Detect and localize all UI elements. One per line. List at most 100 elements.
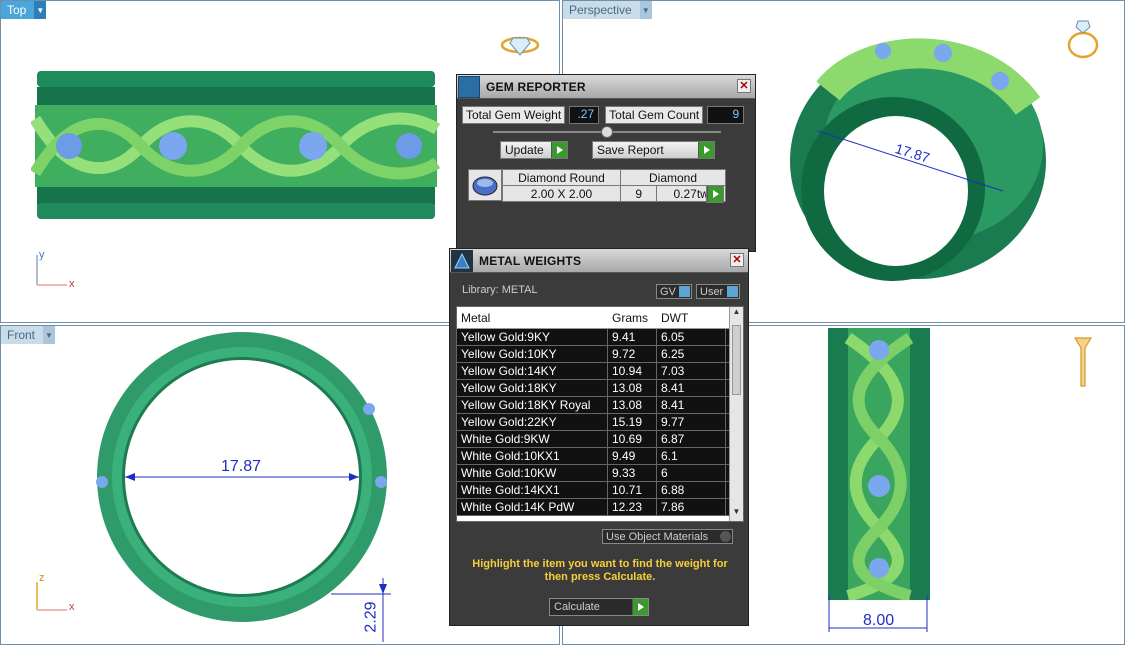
metal-name-cell: Yellow Gold:14KY <box>457 363 608 379</box>
metal-name-cell: Yellow Gold:18KY <box>457 380 608 396</box>
table-row[interactable]: Yellow Gold:10KY 9.72 6.25 <box>457 346 743 363</box>
viewport-tab-perspective[interactable]: Perspective ▼ <box>563 1 652 19</box>
chevron-down-icon[interactable]: ▼ <box>43 326 56 344</box>
play-icon <box>551 142 567 158</box>
front-dimension-label: 17.87 <box>221 458 262 475</box>
scroll-down-icon[interactable]: ▼ <box>730 507 743 521</box>
update-label: Update <box>505 143 544 157</box>
chevron-down-icon[interactable]: ▼ <box>639 1 652 19</box>
dwt-cell: 6.1 <box>657 448 726 464</box>
column-header-dwt[interactable]: DWT <box>657 307 726 328</box>
play-icon <box>707 186 723 202</box>
height-dimension-label: 2.29 <box>362 601 380 633</box>
metal-name-cell: Yellow Gold:10KY <box>457 346 608 362</box>
gem-reporter-panel: GEM REPORTER ✕ Total Gem Weight .27 Tota… <box>456 74 756 252</box>
table-row[interactable]: White Gold:14K PdW 12.23 7.86 <box>457 499 743 516</box>
dwt-cell: 9.77 <box>657 414 726 430</box>
chevron-down-icon[interactable]: ▼ <box>34 1 47 19</box>
metal-weights-panel: METAL WEIGHTS ✕ Library: METAL GV User M… <box>449 248 749 626</box>
calculate-label: Calculate <box>554 601 600 613</box>
save-report-button[interactable]: Save Report <box>592 141 715 159</box>
ring-icon <box>500 36 540 56</box>
metal-table-header: Metal Grams DWT <box>457 307 743 329</box>
dwt-cell: 8.41 <box>657 397 726 413</box>
ring-side-render <box>828 328 930 600</box>
instruction-text: Highlight the item you want to find the … <box>472 558 728 583</box>
table-row[interactable]: White Gold:10KX1 9.49 6.1 <box>457 448 743 465</box>
viewport-tab-top[interactable]: Top ▼ <box>1 1 47 19</box>
gem-type: Diamond <box>620 169 726 186</box>
gem-reporter-titlebar[interactable]: GEM REPORTER ✕ <box>457 75 755 99</box>
scroll-thumb[interactable] <box>732 325 741 395</box>
scroll-up-icon[interactable]: ▲ <box>730 307 743 321</box>
gem-count: 9 <box>619 185 658 202</box>
vertical-scrollbar[interactable]: ▲ ▼ <box>729 307 743 521</box>
calculator-icon <box>458 75 480 98</box>
library-label: Library: METAL <box>462 284 538 296</box>
table-row[interactable]: Yellow Gold:22KY 15.19 9.77 <box>457 414 743 431</box>
metal-table[interactable]: Metal Grams DWT Yellow Gold:9KY 9.41 6.05 Y… <box>456 306 744 522</box>
table-row[interactable]: White Gold:10KW 9.33 6 <box>457 465 743 482</box>
gem-icon <box>1073 337 1093 387</box>
dwt-cell: 6.05 <box>657 329 726 345</box>
gv-label: GV <box>660 285 676 298</box>
gem-shape: Diamond Round <box>502 169 621 186</box>
total-gem-count-value: 9 <box>707 106 745 124</box>
total-gem-weight-value: .27 <box>569 106 600 124</box>
width-dimension-label: 8.00 <box>863 612 895 629</box>
update-button[interactable]: Update <box>500 141 568 159</box>
column-header-grams[interactable]: Grams <box>608 307 657 328</box>
dwt-cell: 7.86 <box>657 499 726 515</box>
metal-name-cell: White Gold:10KW <box>457 465 608 481</box>
axis-label-y: y <box>39 249 45 261</box>
slider-handle[interactable] <box>601 126 613 138</box>
grams-cell: 10.94 <box>608 363 657 379</box>
toggle-knob <box>727 286 738 297</box>
toggle-knob <box>679 286 690 297</box>
dwt-cell: 8.41 <box>657 380 726 396</box>
use-object-materials-label: Use Object Materials <box>606 530 709 543</box>
calculate-button[interactable]: Calculate <box>549 598 649 616</box>
dwt-cell: 7.03 <box>657 363 726 379</box>
metal-icon <box>451 249 473 272</box>
close-icon[interactable]: ✕ <box>730 253 744 267</box>
gem-row-go-button[interactable] <box>706 185 724 203</box>
dwt-cell: 6 <box>657 465 726 481</box>
metal-weights-titlebar[interactable]: METAL WEIGHTS ✕ <box>450 249 748 273</box>
gv-toggle[interactable]: GV <box>656 284 692 299</box>
dwt-cell: 6.87 <box>657 431 726 447</box>
play-icon <box>698 142 714 158</box>
close-icon[interactable]: ✕ <box>737 79 751 93</box>
ring-top-render <box>31 71 441 219</box>
grams-cell: 15.19 <box>608 414 657 430</box>
grams-cell: 10.69 <box>608 431 657 447</box>
table-row[interactable]: Yellow Gold:14KY 10.94 7.03 <box>457 363 743 380</box>
total-gem-count-label: Total Gem Count <box>605 106 704 124</box>
ring-icon <box>1067 20 1099 59</box>
table-row[interactable]: Yellow Gold:18KY Royal 13.08 8.41 <box>457 397 743 414</box>
axis-label-z: z <box>39 572 45 584</box>
table-row[interactable]: Yellow Gold:9KY 9.41 6.05 <box>457 329 743 346</box>
user-toggle[interactable]: User <box>696 284 740 299</box>
metal-name-cell: White Gold:14K PdW <box>457 499 608 515</box>
grams-cell: 9.41 <box>608 329 657 345</box>
metal-name-cell: White Gold:14KX1 <box>457 482 608 498</box>
viewport-tab-front[interactable]: Front ▼ <box>1 326 56 344</box>
toggle-knob <box>720 531 731 542</box>
gem-size: 2.00 X 2.00 <box>502 185 621 202</box>
gem-table[interactable]: Diamond Round Diamond 2.00 X 2.00 9 0.27… <box>502 169 726 202</box>
table-row[interactable]: Yellow Gold:18KY 13.08 8.41 <box>457 380 743 397</box>
axis-label-x: x <box>69 601 75 613</box>
metal-name-cell: White Gold:10KX1 <box>457 448 608 464</box>
metal-name-cell: White Gold:9KW <box>457 431 608 447</box>
play-icon <box>632 599 648 615</box>
table-row[interactable]: White Gold:9KW 10.69 6.87 <box>457 431 743 448</box>
gem-thumbnail <box>468 169 502 201</box>
metal-name-cell: Yellow Gold:9KY <box>457 329 608 345</box>
use-object-materials-toggle[interactable]: Use Object Materials <box>602 529 733 544</box>
grams-cell: 12.23 <box>608 499 657 515</box>
diamond-icon <box>472 176 498 196</box>
table-row[interactable]: White Gold:14KX1 10.71 6.88 <box>457 482 743 499</box>
grams-cell: 10.71 <box>608 482 657 498</box>
column-header-metal[interactable]: Metal <box>457 307 608 328</box>
